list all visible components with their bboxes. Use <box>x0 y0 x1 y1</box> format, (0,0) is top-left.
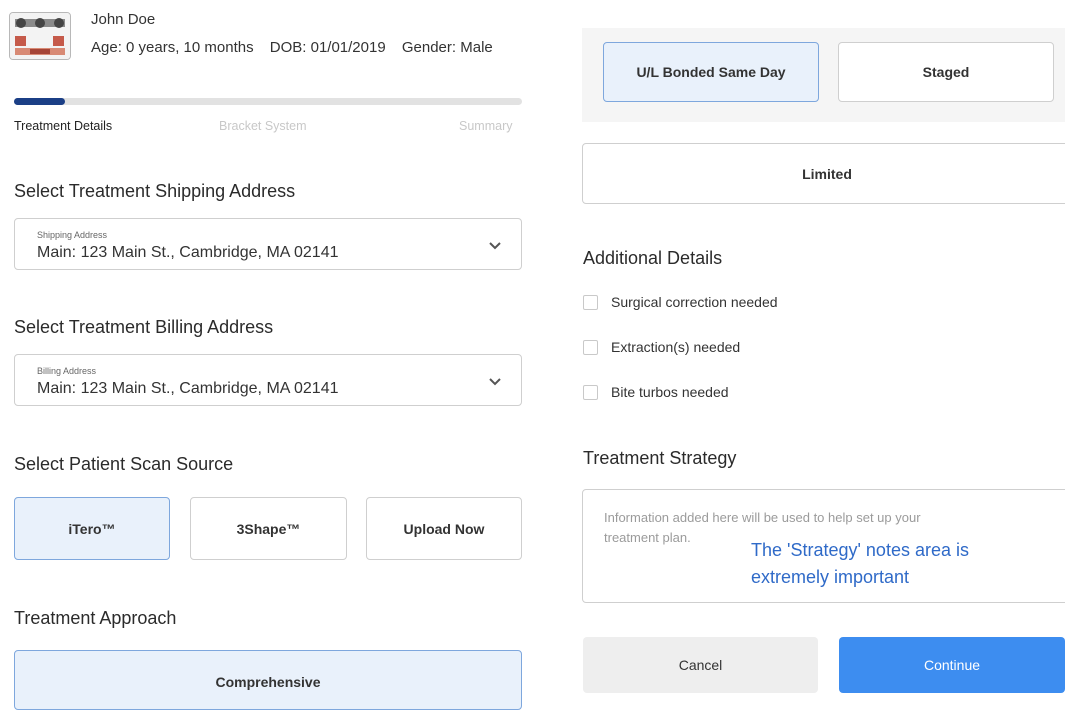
billing-address-value: Main: 123 Main St., Cambridge, MA 02141 <box>37 380 339 397</box>
bite-turbos-checkbox[interactable]: Bite turbos needed <box>583 382 729 402</box>
patient-age: Age: 0 years, 10 months <box>91 39 254 56</box>
scan-source-heading: Select Patient Scan Source <box>14 454 234 474</box>
cancel-button[interactable]: Cancel <box>583 637 818 693</box>
strategy-annotation: The 'Strategy' notes area is extremely i… <box>751 540 969 587</box>
checkbox-label: Bite turbos needed <box>611 384 729 400</box>
continue-button[interactable]: Continue <box>839 637 1065 693</box>
approach-limited-button[interactable]: Limited <box>582 143 1065 204</box>
checkbox-label: Surgical correction needed <box>611 294 778 310</box>
patient-info: Age: 0 years, 10 months DOB: 01/01/2019 … <box>91 39 505 56</box>
progress-fill <box>14 98 65 105</box>
step-summary[interactable]: Summary <box>459 119 512 133</box>
step-treatment-details[interactable]: Treatment Details <box>14 119 112 133</box>
patient-dob: DOB: 01/01/2019 <box>269 39 386 56</box>
checkbox-box[interactable] <box>583 384 598 400</box>
treatment-strategy-heading: Treatment Strategy <box>583 448 737 468</box>
billing-address-select[interactable]: Billing Address Main: 123 Main St., Camb… <box>14 354 522 406</box>
shipping-heading: Select Treatment Shipping Address <box>14 181 296 201</box>
step-bracket-system[interactable]: Bracket System <box>219 119 307 133</box>
checkbox-box[interactable] <box>583 339 598 355</box>
patient-avatar <box>9 12 71 60</box>
progress-track <box>14 98 522 105</box>
scan-itero-button[interactable]: iTero™ <box>14 497 170 560</box>
approach-ul-bonded-button[interactable]: U/L Bonded Same Day <box>603 42 819 102</box>
additional-details-heading: Additional Details <box>583 248 723 268</box>
shipping-address-select[interactable]: Shipping Address Main: 123 Main St., Cam… <box>14 218 522 270</box>
shipping-address-value: Main: 123 Main St., Cambridge, MA 02141 <box>37 244 339 261</box>
treatment-approach-heading: Treatment Approach <box>14 608 177 628</box>
approach-comprehensive-button[interactable]: Comprehensive <box>14 650 522 710</box>
chevron-down-icon[interactable] <box>487 237 503 253</box>
chevron-down-icon[interactable] <box>487 373 503 389</box>
checkbox-label: Extraction(s) needed <box>611 339 741 355</box>
checkbox-box[interactable] <box>583 294 598 310</box>
dental-xray-icon <box>10 13 70 59</box>
surgical-correction-checkbox[interactable]: Surgical correction needed <box>583 292 778 312</box>
patient-name: John Doe <box>91 11 156 28</box>
shipping-field-label: Shipping Address <box>37 230 108 240</box>
scan-3shape-button[interactable]: 3Shape™ <box>190 497 347 560</box>
extractions-checkbox[interactable]: Extraction(s) needed <box>583 337 740 357</box>
billing-field-label: Billing Address <box>37 366 97 376</box>
patient-gender: Gender: Male <box>401 39 493 56</box>
billing-heading: Select Treatment Billing Address <box>14 317 274 337</box>
scan-upload-now-button[interactable]: Upload Now <box>366 497 522 560</box>
approach-staged-button[interactable]: Staged <box>838 42 1054 102</box>
